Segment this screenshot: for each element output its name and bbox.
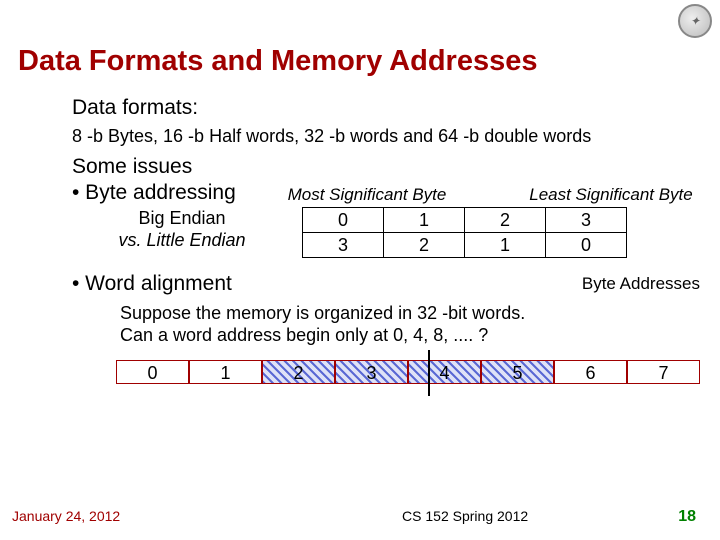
page-title: Data Formats and Memory Addresses <box>0 0 720 78</box>
endian-cell: 3 <box>546 208 627 233</box>
word-cell: 6 <box>554 360 627 384</box>
word-cell: 2 <box>262 360 335 384</box>
word-address-strip: 0 1 2 3 4 5 6 7 <box>116 360 700 384</box>
endian-cell: 2 <box>384 233 465 258</box>
msb-label: Most Significant Byte <box>282 185 452 205</box>
suppose-line-2: Can a word address begin only at 0, 4, 8… <box>120 324 700 346</box>
some-issues-heading: Some issues <box>72 155 700 179</box>
endian-table: 0 1 2 3 3 2 1 0 <box>302 207 627 258</box>
endian-cell: 2 <box>465 208 546 233</box>
footer-page-number: 18 <box>678 508 720 526</box>
footer-date: January 24, 2012 <box>0 508 252 526</box>
word-cell: 3 <box>335 360 408 384</box>
big-endian-label: Big Endian <box>72 207 292 229</box>
endian-cell: 1 <box>465 233 546 258</box>
data-formats-heading: Data formats: <box>72 96 700 120</box>
endian-cell: 0 <box>546 233 627 258</box>
bullet-byte-addressing: • Byte addressing <box>72 181 282 205</box>
vs-little-endian-label: vs. Little Endian <box>72 229 292 251</box>
endian-cell: 3 <box>303 233 384 258</box>
byte-addresses-label: Byte Addresses <box>582 272 700 296</box>
word-cell: 7 <box>627 360 700 384</box>
formats-line: 8 -b Bytes, 16 -b Half words, 32 -b word… <box>72 126 700 147</box>
word-cell: 1 <box>189 360 262 384</box>
suppose-line-1: Suppose the memory is organized in 32 -b… <box>120 302 700 324</box>
word-cell: 4 <box>408 360 481 384</box>
endian-cell: 0 <box>303 208 384 233</box>
bullet-word-alignment: • Word alignment <box>72 272 232 296</box>
table-row: 0 1 2 3 <box>303 208 627 233</box>
alignment-marker-icon <box>428 350 430 396</box>
word-cell: 0 <box>116 360 189 384</box>
table-row: 3 2 1 0 <box>303 233 627 258</box>
word-cell: 5 <box>481 360 554 384</box>
institution-seal-icon: ✦ <box>678 4 712 38</box>
footer-course: CS 152 Spring 2012 <box>252 508 678 526</box>
endian-cell: 1 <box>384 208 465 233</box>
lsb-label: Least Significant Byte <box>452 185 700 205</box>
